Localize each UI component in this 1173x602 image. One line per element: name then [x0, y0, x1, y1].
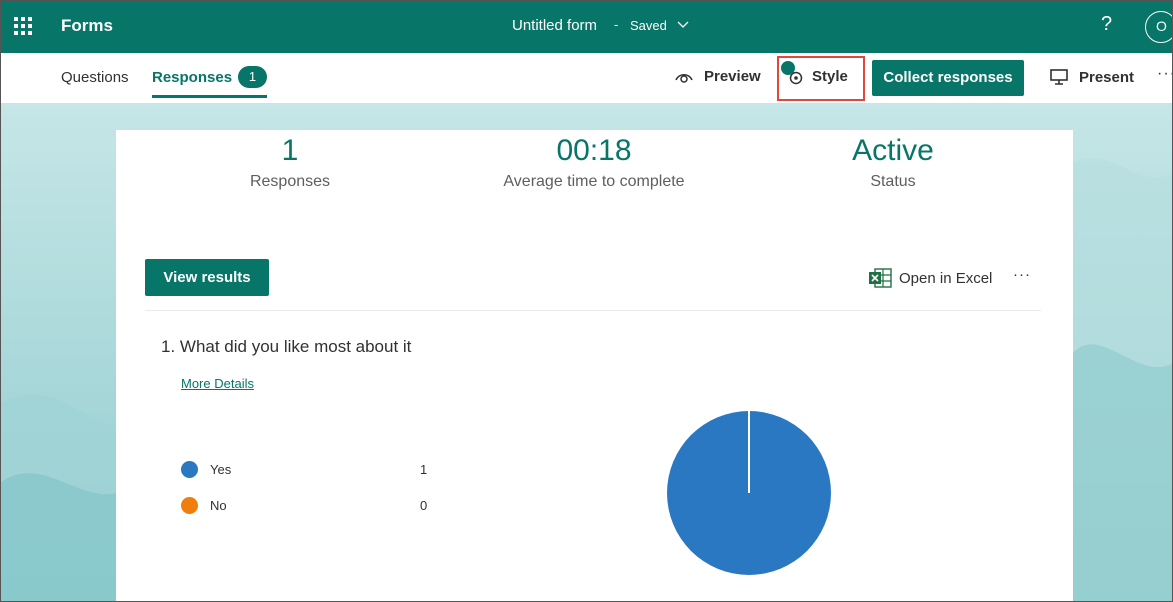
question-title: 1. What did you like most about it — [161, 337, 412, 356]
open-in-excel-label: Open in Excel — [899, 269, 993, 287]
form-title[interactable]: Untitled form — [512, 17, 597, 34]
excel-icon — [869, 268, 892, 288]
view-results-button[interactable]: View results — [145, 259, 269, 296]
monitor-icon — [1050, 69, 1068, 85]
responses-count: 1 — [281, 134, 299, 167]
more-options-icon[interactable]: ··· — [1013, 266, 1031, 283]
present-label: Present — [1079, 68, 1135, 86]
responses-caption: Responses — [249, 173, 331, 190]
save-status: Saved — [630, 18, 667, 33]
legend-label: No — [210, 498, 227, 513]
present-button[interactable]: Present — [1049, 68, 1134, 86]
chevron-down-icon[interactable] — [677, 18, 689, 30]
avatar[interactable]: O — [1145, 11, 1173, 43]
legend-item-yes: Yes 1 — [181, 461, 427, 478]
collect-responses-button[interactable]: Collect responses — [872, 60, 1024, 96]
legend-count: 1 — [420, 462, 428, 477]
open-in-excel-button[interactable]: Open in Excel — [869, 268, 992, 288]
responses-count-badge: 1 — [238, 66, 268, 88]
app-name[interactable]: Forms — [61, 16, 113, 36]
status-caption: Status — [870, 173, 916, 190]
app-launcher-icon[interactable] — [14, 17, 32, 35]
preview-label: Preview — [704, 68, 761, 85]
responses-card: 1 Responses 00:18 Average time to comple… — [116, 130, 1073, 602]
preview-button[interactable]: Preview — [674, 68, 761, 85]
legend-count: 0 — [420, 498, 428, 513]
top-bar: Forms Untitled form - Saved ? O — [0, 0, 1173, 53]
title-separator: - — [614, 17, 619, 32]
stat-responses: 1 Responses — [190, 132, 390, 191]
tab-responses-label: Responses — [152, 69, 233, 86]
tab-responses[interactable]: Responses 1 — [152, 66, 268, 98]
stat-average-time: 00:18 Average time to complete — [444, 132, 744, 191]
legend-item-no: No 0 — [181, 497, 427, 514]
status-value: Active — [852, 134, 934, 167]
more-details-link[interactable]: More Details — [181, 376, 254, 391]
pie-chart — [667, 411, 831, 575]
help-icon[interactable]: ? — [1101, 13, 1112, 36]
style-highlight-box — [777, 56, 865, 101]
more-options-icon[interactable]: ··· — [1157, 65, 1173, 83]
command-bar: Questions Responses 1 Preview Style Coll… — [0, 53, 1173, 103]
average-time-value: 00:18 — [556, 134, 632, 167]
tab-questions[interactable]: Questions — [61, 69, 129, 86]
legend-dot — [181, 461, 198, 478]
stat-status: Active Status — [793, 132, 993, 191]
legend-label: Yes — [210, 462, 232, 477]
divider — [145, 310, 1041, 311]
eye-icon — [675, 73, 693, 83]
average-time-caption: Average time to complete — [503, 173, 685, 190]
legend-dot — [181, 497, 198, 514]
